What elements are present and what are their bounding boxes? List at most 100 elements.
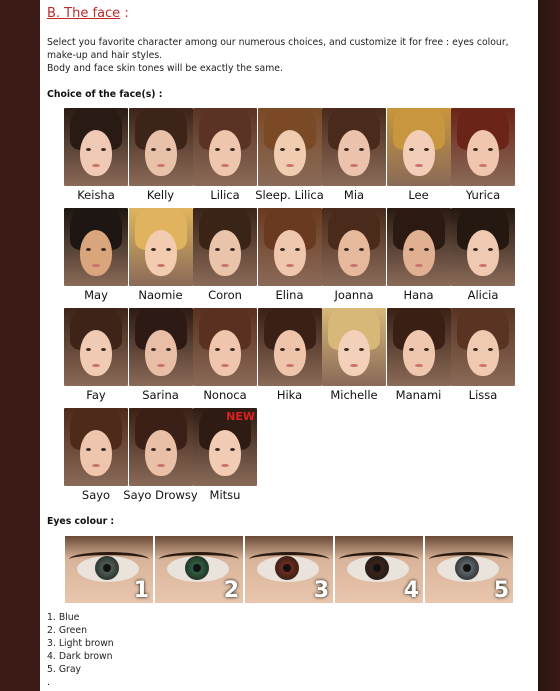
face-photo[interactable]: [386, 208, 451, 286]
page-frame-right: [538, 0, 560, 691]
eye-colour-option[interactable]: 4: [335, 536, 423, 603]
lips-shape: [414, 164, 423, 167]
face-option[interactable]: Nonoca: [193, 308, 257, 408]
face-photo[interactable]: NEW: [193, 408, 257, 486]
intro-text: Select you favorite character among our …: [47, 36, 532, 75]
eye-colour-option[interactable]: 3: [245, 536, 333, 603]
face-option[interactable]: May: [64, 208, 128, 308]
eye-colour-list-item: 2. Green: [47, 625, 87, 636]
eyes-shape: [473, 348, 493, 351]
face-shape: [209, 430, 241, 476]
eyes-shape: [344, 348, 364, 351]
face-option[interactable]: Yurica: [451, 108, 515, 208]
eyes-shape: [215, 248, 235, 251]
lips-shape: [221, 164, 229, 167]
face-photo[interactable]: [257, 308, 322, 386]
eye-lash: [159, 552, 239, 567]
eye-number: 1: [133, 578, 149, 603]
face-option[interactable]: Lilica: [193, 108, 257, 208]
face-option[interactable]: Sayo: [64, 408, 128, 508]
eye-colour-option[interactable]: 2: [155, 536, 243, 603]
eyes-shape: [150, 248, 171, 251]
face-shape: [144, 230, 177, 276]
eye-colour-list-item: .: [47, 677, 50, 688]
face-option[interactable]: Elina: [257, 208, 322, 308]
face-shape: [338, 330, 370, 376]
eye-colour-option[interactable]: 5: [425, 536, 513, 603]
face-shape: [144, 430, 177, 476]
face-photo[interactable]: [64, 208, 128, 286]
faces-heading: Choice of the face(s) :: [47, 89, 163, 100]
face-option[interactable]: Keisha: [64, 108, 128, 208]
face-option[interactable]: Sleep. Lilica: [255, 108, 324, 208]
eyes-shape: [344, 148, 364, 151]
lips-shape: [92, 464, 100, 467]
eye-lash: [69, 552, 149, 567]
face-photo[interactable]: [64, 108, 128, 186]
face-shape: [209, 130, 241, 176]
face-option[interactable]: Lee: [386, 108, 451, 208]
face-option[interactable]: Sarina: [128, 308, 193, 408]
face-option[interactable]: Sayo Drowsy: [123, 408, 198, 508]
face-photo[interactable]: [128, 408, 193, 486]
face-option[interactable]: Hika: [257, 308, 322, 408]
lips-shape: [479, 164, 487, 167]
face-shape: [144, 130, 177, 176]
eyes-shape: [408, 248, 429, 251]
face-photo[interactable]: [193, 208, 257, 286]
face-photo[interactable]: [322, 308, 386, 386]
face-photo[interactable]: [322, 208, 386, 286]
face-option[interactable]: Lissa: [451, 308, 515, 408]
eyes-shape: [279, 348, 300, 351]
face-photo[interactable]: [128, 108, 193, 186]
face-photo[interactable]: [386, 108, 451, 186]
face-photo[interactable]: [451, 308, 515, 386]
face-option[interactable]: Joanna: [322, 208, 386, 308]
eye-lash: [429, 552, 509, 567]
lips-shape: [92, 364, 100, 367]
lips-shape: [156, 164, 165, 167]
face-photo[interactable]: [64, 408, 128, 486]
lips-shape: [221, 464, 229, 467]
face-shape: [467, 230, 499, 276]
face-photo[interactable]: [386, 308, 451, 386]
lips-shape: [414, 364, 423, 367]
face-option[interactable]: Mia: [322, 108, 386, 208]
eyes-shape: [344, 248, 364, 251]
face-photo[interactable]: [451, 208, 515, 286]
face-option[interactable]: Hana: [386, 208, 451, 308]
face-name: Yurica: [465, 188, 501, 202]
face-option[interactable]: NEW Mitsu: [193, 408, 257, 508]
face-photo[interactable]: [322, 108, 386, 186]
face-photo[interactable]: [128, 208, 193, 286]
face-photo[interactable]: [64, 308, 128, 386]
face-option[interactable]: Kelly: [128, 108, 193, 208]
lips-shape: [156, 464, 165, 467]
face-shape: [80, 230, 112, 276]
eyes-shape: [473, 248, 493, 251]
face-photo[interactable]: [193, 308, 257, 386]
face-option[interactable]: Coron: [193, 208, 257, 308]
face-photo[interactable]: [257, 108, 322, 186]
eyes-shape: [86, 348, 106, 351]
lips-shape: [285, 264, 294, 267]
face-option[interactable]: Manami: [386, 308, 451, 408]
face-option[interactable]: Naomie: [128, 208, 193, 308]
eyes-shape: [215, 348, 235, 351]
face-shape: [273, 330, 306, 376]
face-photo[interactable]: [451, 108, 515, 186]
face-option[interactable]: Michelle: [322, 308, 386, 408]
face-photo[interactable]: [193, 108, 257, 186]
face-photo[interactable]: [257, 208, 322, 286]
face-shape: [144, 330, 177, 376]
face-option[interactable]: Alicia: [451, 208, 515, 308]
face-photo[interactable]: [128, 308, 193, 386]
eye-colour-option[interactable]: 1: [65, 536, 153, 603]
intro-line-1: Select you favorite character among our …: [47, 37, 509, 61]
eyes-heading: Eyes colour :: [47, 516, 115, 527]
section-title-link[interactable]: B. The face: [47, 6, 120, 21]
face-shape: [209, 330, 241, 376]
face-option[interactable]: Fay: [64, 308, 128, 408]
lips-shape: [221, 364, 229, 367]
face-shape: [273, 230, 306, 276]
